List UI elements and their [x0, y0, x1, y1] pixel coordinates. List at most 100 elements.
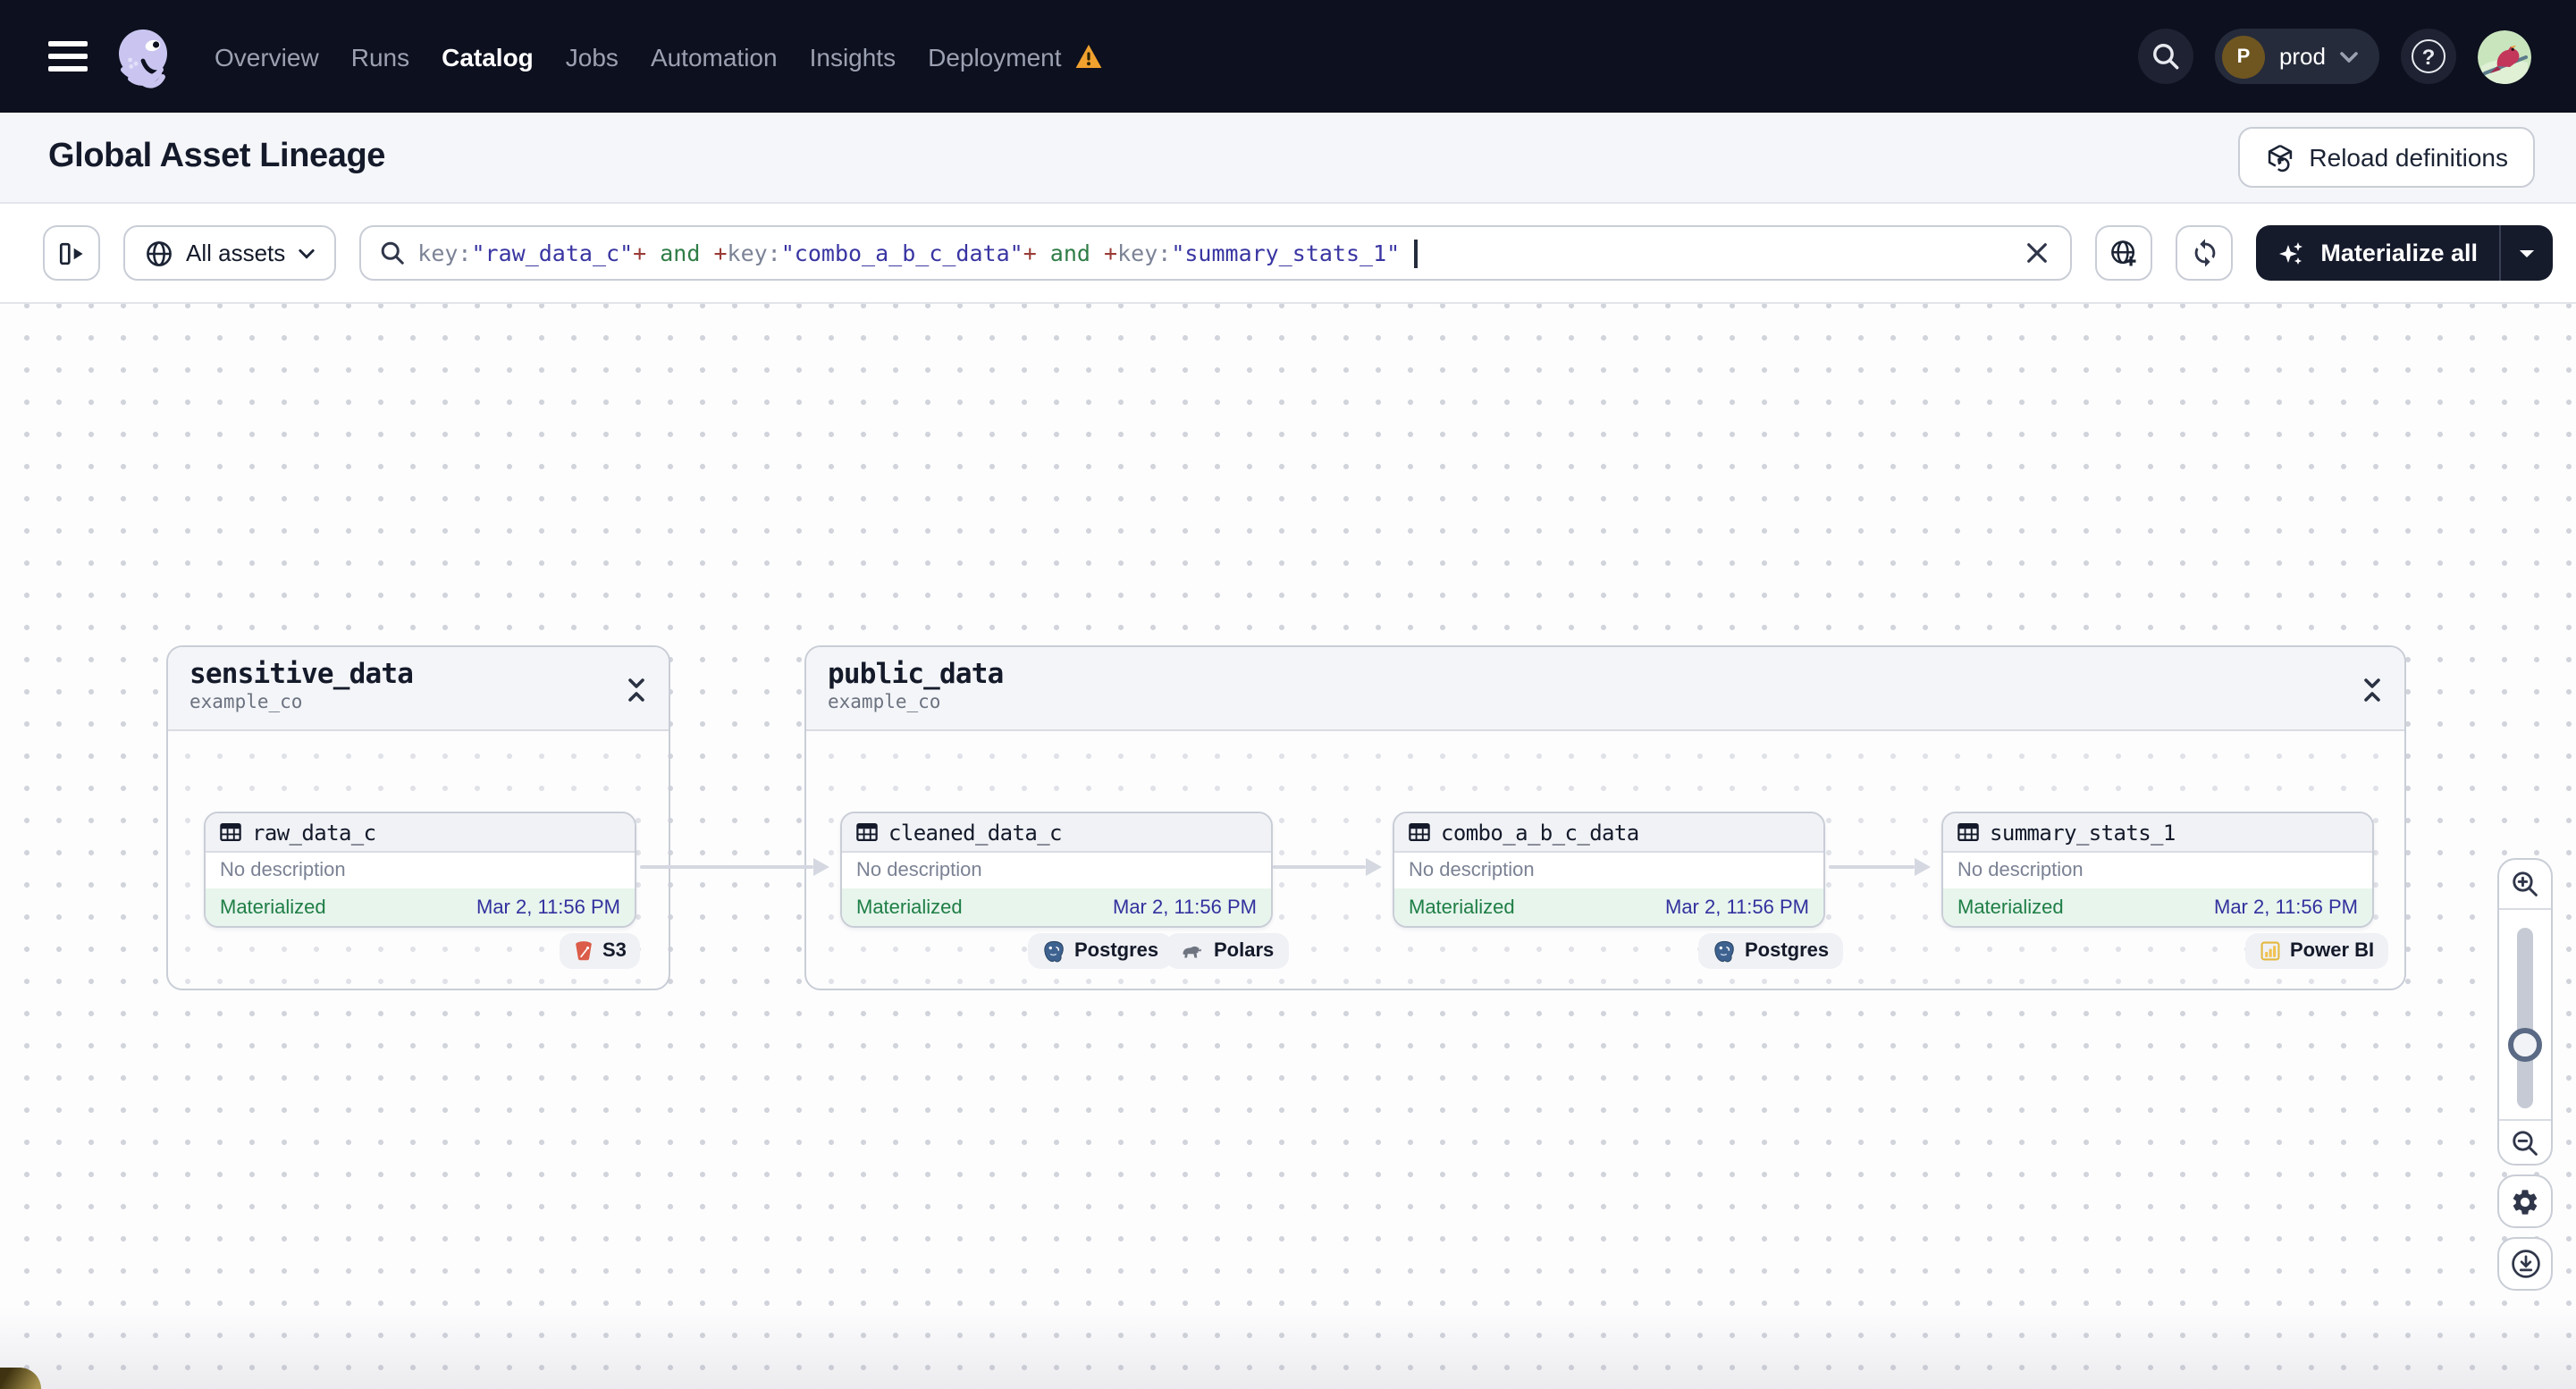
deployment-name: prod: [2278, 43, 2326, 70]
asset-node-combo-a-b-c-data[interactable]: combo_a_b_c_data No description Material…: [1393, 812, 1825, 928]
zoom-controls: [2497, 858, 2553, 1166]
refresh-button[interactable]: [2176, 225, 2234, 281]
badge-label: S3: [602, 940, 627, 962]
canvas-bottom-shade: [0, 1307, 2576, 1389]
edge-arrowhead: [1366, 857, 1382, 875]
hamburger-menu-icon[interactable]: [48, 41, 88, 72]
asset-node-header: summary_stats_1: [1943, 813, 2372, 853]
download-image-button[interactable]: [2497, 1237, 2553, 1291]
group-public-data-header[interactable]: public_data example_co: [806, 647, 2404, 731]
asset-search-input[interactable]: key: "raw_data_c" + and + key: "combo_a_b_c_…: [358, 225, 2073, 281]
table-icon: [220, 822, 241, 842]
nav-catalog[interactable]: Catalog: [442, 42, 534, 71]
asset-node-header: combo_a_b_c_data: [1394, 813, 1823, 853]
status-badge: Materialized: [1409, 897, 1515, 918]
group-location: example_co: [189, 692, 303, 713]
zoom-slider[interactable]: [2499, 910, 2551, 1119]
asset-node-cleaned-data-c[interactable]: cleaned_data_c No description Materializ…: [840, 812, 1273, 928]
page-title: Global Asset Lineage: [48, 138, 386, 175]
asset-description: No description: [842, 853, 1271, 888]
s3-bucket-icon: [574, 940, 593, 962]
powerbi-kind-badge[interactable]: Power BI: [2245, 933, 2389, 969]
materialize-options-button[interactable]: [2501, 225, 2553, 281]
help-question-mark: ?: [2412, 39, 2446, 73]
materialization-timestamp: Mar 2, 11:56 PM: [1113, 897, 1257, 918]
edge-cleaned-to-combo: [1273, 865, 1366, 869]
zoom-slider-handle[interactable]: [2508, 1028, 2542, 1062]
edge-combo-to-summary: [1829, 865, 1915, 869]
materialize-all-label: Materialize all: [2320, 240, 2478, 266]
status-badge: Materialized: [220, 897, 326, 918]
dagster-logo-icon[interactable]: [107, 21, 179, 92]
group-sensitive-data-header[interactable]: sensitive_data example_co: [168, 647, 669, 731]
group-location: example_co: [828, 692, 941, 713]
materialization-timestamp: Mar 2, 11:56 PM: [2214, 897, 2358, 918]
bottom-left-peek-element: [0, 1368, 41, 1389]
badge-label: Power BI: [2290, 940, 2375, 962]
clear-search-button[interactable]: [2022, 238, 2052, 268]
reload-definitions-button[interactable]: Reload definitions: [2237, 127, 2535, 188]
materialize-all-button[interactable]: Materialize all: [2256, 225, 2499, 281]
asset-scope-label: All assets: [186, 240, 286, 266]
nav-deployment[interactable]: Deployment: [928, 42, 1102, 71]
nav-runs[interactable]: Runs: [351, 42, 409, 71]
asset-scope-filter[interactable]: All assets: [123, 225, 336, 281]
edge-arrowhead: [813, 857, 829, 875]
badge-label: Postgres: [1074, 940, 1159, 962]
help-icon[interactable]: ?: [2401, 29, 2456, 84]
table-icon: [856, 822, 878, 842]
nav-overview[interactable]: Overview: [215, 42, 319, 71]
polars-bear-icon: [1180, 941, 1205, 961]
search-icon[interactable]: [2137, 29, 2193, 84]
asset-node-header: cleaned_data_c: [842, 813, 1271, 853]
nav-jobs[interactable]: Jobs: [566, 42, 619, 71]
asset-name: summary_stats_1: [1990, 820, 2176, 845]
badge-label: Postgres: [1745, 940, 1830, 962]
add-to-scope-button[interactable]: [2095, 225, 2153, 281]
collapse-group-icon[interactable]: [2358, 672, 2387, 708]
asset-description: No description: [1394, 853, 1823, 888]
postgres-kind-badge[interactable]: Postgres: [1698, 933, 1844, 969]
chevron-down-icon: [2340, 51, 2358, 62]
group-title: public_data: [828, 658, 1004, 690]
asset-description: No description: [206, 853, 635, 888]
search-query-tokens: key: "raw_data_c" + and + key: "combo_a_b_c_…: [417, 240, 1401, 266]
postgres-kind-badge[interactable]: Postgres: [1028, 933, 1174, 969]
status-badge: Materialized: [1957, 897, 2064, 918]
asset-status-row[interactable]: Materialized Mar 2, 11:56 PM: [206, 888, 635, 926]
user-avatar[interactable]: [2478, 29, 2531, 83]
nav-deployment-label: Deployment: [928, 42, 1062, 71]
s3-kind-badge[interactable]: S3: [560, 933, 641, 969]
asset-node-raw-data-c[interactable]: raw_data_c No description Materialized M…: [204, 812, 636, 928]
nav-links: Overview Runs Catalog Jobs Automation In…: [215, 42, 1103, 71]
asset-status-row[interactable]: Materialized Mar 2, 11:56 PM: [1394, 888, 1823, 926]
materialization-timestamp: Mar 2, 11:56 PM: [476, 897, 620, 918]
status-badge: Materialized: [856, 897, 963, 918]
polars-kind-badge[interactable]: Polars: [1166, 933, 1289, 969]
deployment-switcher[interactable]: P prod: [2214, 29, 2379, 84]
search-icon: [378, 240, 405, 266]
table-icon: [1957, 822, 1979, 842]
open-sidebar-button[interactable]: [43, 225, 100, 281]
zoom-slider-track[interactable]: [2517, 928, 2533, 1108]
gear-icon: [2510, 1186, 2540, 1216]
collapse-group-icon[interactable]: [622, 672, 651, 708]
zoom-out-icon[interactable]: [2499, 1121, 2551, 1164]
asset-status-row[interactable]: Materialized Mar 2, 11:56 PM: [1943, 888, 2372, 926]
powerbi-icon: [2260, 940, 2281, 962]
postgres-icon: [1713, 939, 1736, 963]
page-header: Global Asset Lineage Reload definitions: [0, 113, 2576, 204]
lineage-toolbar: All assets key: "raw_data_c" + and + key: "c…: [0, 204, 2576, 304]
asset-status-row[interactable]: Materialized Mar 2, 11:56 PM: [842, 888, 1271, 926]
zoom-in-icon[interactable]: [2499, 860, 2551, 908]
asset-node-summary-stats-1[interactable]: summary_stats_1 No description Materiali…: [1941, 812, 2374, 928]
graph-settings-button[interactable]: [2497, 1174, 2553, 1228]
edge-raw-to-cleaned: [640, 865, 813, 869]
nav-automation[interactable]: Automation: [651, 42, 778, 71]
globe-icon: [145, 239, 173, 267]
materialization-timestamp: Mar 2, 11:56 PM: [1665, 897, 1809, 918]
nav-insights[interactable]: Insights: [810, 42, 897, 71]
materialize-all-split-button: Materialize all: [2256, 225, 2553, 281]
nav-right: P prod ?: [2137, 29, 2531, 84]
top-nav: Overview Runs Catalog Jobs Automation In…: [0, 0, 2576, 113]
